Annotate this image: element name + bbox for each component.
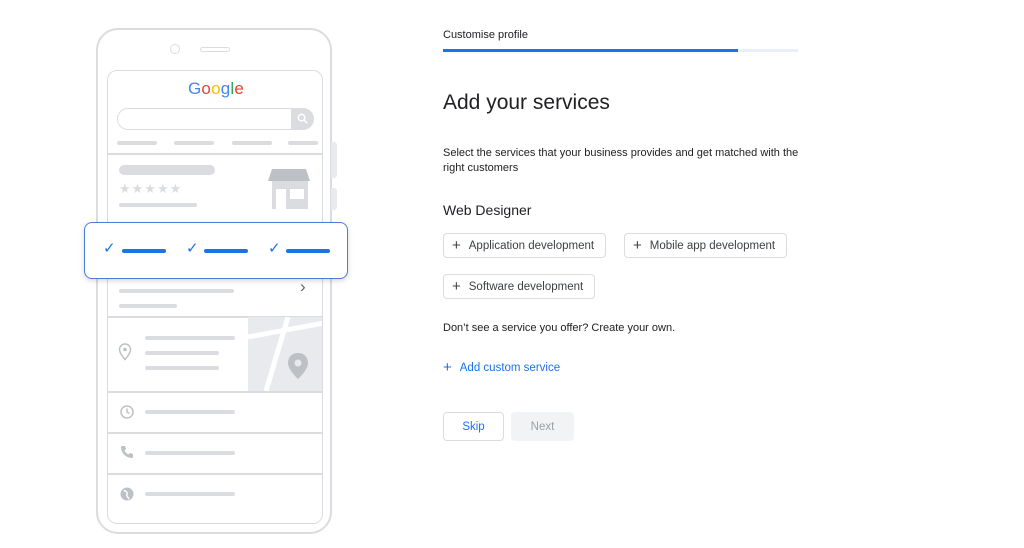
google-logo: Google <box>108 79 322 99</box>
placeholder-line <box>286 249 330 253</box>
page-description: Select the services that your business p… <box>443 147 799 174</box>
progress-bar-fill <box>443 49 738 52</box>
map-thumbnail <box>248 317 322 391</box>
screen-divider <box>108 153 322 155</box>
placeholder-line <box>145 410 235 414</box>
logo-letter: o <box>201 79 212 98</box>
plus-icon: + <box>443 359 452 376</box>
step-label: Customise profile <box>443 29 528 41</box>
placeholder-line <box>145 351 219 355</box>
placeholder-line <box>119 289 234 293</box>
service-chip-label: Software development <box>468 280 584 293</box>
placeholder-line <box>119 304 177 308</box>
phone-side-button-small <box>331 188 337 210</box>
search-icon <box>297 113 308 124</box>
globe-icon <box>120 487 134 501</box>
placeholder-line <box>119 203 197 207</box>
highlighted-services-card: ✓ ✓ ✓ <box>84 222 348 279</box>
next-button[interactable]: Next <box>511 412 574 441</box>
logo-letter: e <box>234 79 245 98</box>
phone-screen: Google ★★★★★ › <box>107 70 323 524</box>
business-category: Web Designer <box>443 202 532 218</box>
clock-icon <box>120 405 134 419</box>
placeholder-line <box>145 492 235 496</box>
service-chip-application-development[interactable]: + Application development <box>443 233 607 258</box>
plus-icon: + <box>452 278 461 295</box>
service-chip-label: Mobile app development <box>649 239 776 252</box>
placeholder-line <box>119 165 215 175</box>
placeholder-line <box>122 249 166 253</box>
page-title: Add your services <box>443 91 610 114</box>
service-chip-label: Application development <box>468 239 595 252</box>
check-icon: ✓ <box>103 240 116 257</box>
mock-search-bar <box>117 108 313 130</box>
phone-side-button <box>331 142 337 178</box>
plus-icon: + <box>452 237 461 254</box>
add-custom-service-label: Add custom service <box>459 361 561 374</box>
mock-search-button <box>291 108 314 130</box>
skip-button[interactable]: Skip <box>443 412 504 441</box>
placeholder-line <box>117 141 157 145</box>
check-icon: ✓ <box>186 240 199 257</box>
service-chip-software-development[interactable]: + Software development <box>443 274 596 299</box>
placeholder-line <box>204 249 248 253</box>
placeholder-line <box>145 451 235 455</box>
storefront-icon <box>268 169 310 209</box>
phone-camera <box>170 44 180 54</box>
screen-divider <box>108 432 322 434</box>
phone-icon <box>121 446 133 458</box>
location-pin-icon <box>118 343 132 361</box>
placeholder-line <box>145 366 219 370</box>
screen-divider <box>108 473 322 475</box>
phone-speaker <box>200 47 230 52</box>
placeholder-line <box>174 141 214 145</box>
check-icon: ✓ <box>268 240 281 257</box>
screen-divider <box>108 391 322 393</box>
rating-stars: ★★★★★ <box>119 181 183 196</box>
placeholder-line <box>145 336 235 340</box>
logo-letter: g <box>220 79 231 98</box>
add-custom-service-link[interactable]: + Add custom service <box>443 360 560 375</box>
placeholder-line <box>232 141 272 145</box>
logo-letter: G <box>187 79 202 98</box>
chevron-right-icon: › <box>300 277 306 296</box>
progress-bar <box>443 49 798 52</box>
plus-icon: + <box>633 237 642 254</box>
placeholder-line <box>288 141 318 145</box>
service-chip-mobile-app-development[interactable]: + Mobile app development <box>624 233 788 258</box>
create-own-prompt: Don’t see a service you offer? Create yo… <box>443 322 676 334</box>
logo-letter: o <box>211 79 221 98</box>
